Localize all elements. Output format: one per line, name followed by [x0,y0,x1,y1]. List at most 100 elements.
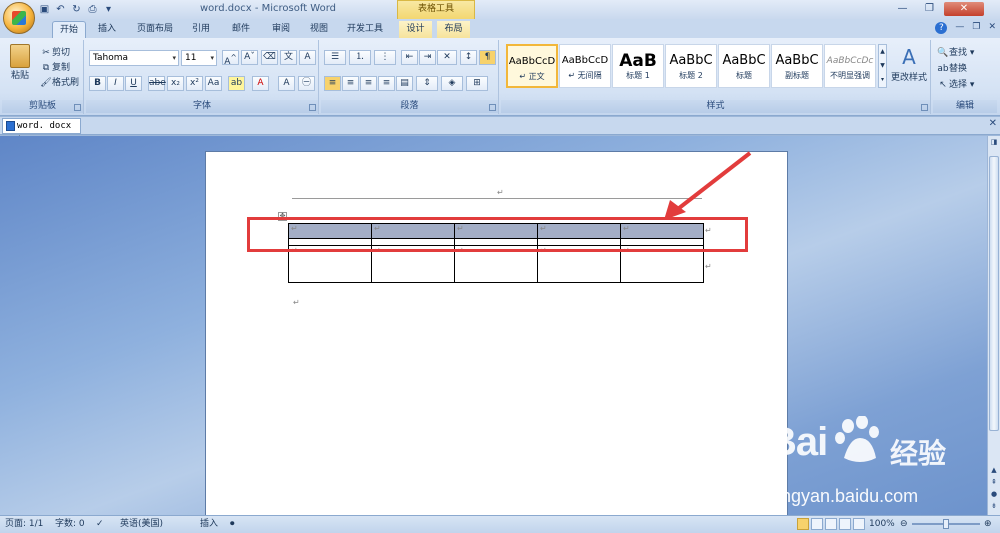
tab-view[interactable]: 视图 [304,21,334,38]
show-marks-button[interactable]: ¶ [479,50,496,65]
document-tab[interactable]: word. docx * [2,118,81,145]
tab-page-layout[interactable]: 页面布局 [132,21,178,38]
prev-page-icon[interactable]: ⇞ [989,478,999,488]
word-count[interactable]: 字数: 0 [55,516,85,532]
numbering-button[interactable]: ⒈ [349,50,371,65]
cut-button[interactable]: ✂ 剪切 [40,45,70,59]
font-name-dropdown[interactable]: Tahoma ▾ [89,50,179,66]
zoom-slider-knob[interactable] [943,519,949,529]
zoom-in-icon[interactable]: ⊕ [984,516,992,532]
tab-insert[interactable]: 插入 [92,21,122,38]
doc-minimize-button[interactable]: — [955,22,964,34]
outline-view-icon[interactable] [839,518,851,530]
char-shading-icon[interactable]: A [278,76,295,91]
subscript-button[interactable]: x₂ [167,76,184,91]
doc-close-button[interactable]: ✕ [988,22,996,34]
copy-button[interactable]: ⧉ 复制 [40,60,70,74]
style-subtitle[interactable]: AaBbC 副标题 [771,44,823,88]
proofing-icon[interactable]: ✓ [96,516,104,532]
change-case-button[interactable]: Aa [205,76,222,91]
tab-layout[interactable]: 布局 [437,21,470,38]
scroll-up-icon[interactable]: ▲ [989,466,999,476]
superscript-button[interactable]: x² [186,76,203,91]
shading-button[interactable]: ◈ [441,76,463,91]
styles-scroll[interactable]: ▲ ▼ ▾ [878,44,887,88]
style-heading-2[interactable]: AaBbC 标题 2 [665,44,717,88]
close-button[interactable]: ✕ [944,2,984,16]
decrease-indent-button[interactable]: ⇤ [401,50,418,65]
font-color-button[interactable]: A [252,76,269,91]
phonetic-guide-icon[interactable]: 文 [280,50,297,65]
scrollbar-thumb[interactable] [989,156,999,431]
page-count[interactable]: 页面: 1/1 [5,516,43,532]
help-icon[interactable]: ? [935,22,948,34]
multilevel-list-button[interactable]: ⋮ [374,50,396,65]
draft-view-icon[interactable] [853,518,865,530]
customize-qat-icon[interactable]: ▾ [102,3,115,16]
undo-icon[interactable]: ↶ [54,3,67,16]
vertical-scrollbar[interactable]: ◨ ▲ ⇞ ● ⇟ [987,136,1000,515]
tab-developer[interactable]: 开发工具 [342,21,388,38]
print-preview-icon[interactable]: ⎙ [86,3,99,16]
tab-design[interactable]: 设计 [399,21,432,38]
doc-restore-button[interactable]: ❐ [972,22,980,34]
minimize-button[interactable]: — [890,2,915,16]
strikethrough-button[interactable]: abe [148,76,166,91]
format-painter-button[interactable]: 🖌格式刷 [40,75,79,89]
select-button[interactable]: ↖ 选择 ▾ [937,77,974,91]
style-heading-1[interactable]: AaB 标题 1 [612,44,664,88]
save-icon[interactable]: ▣ [38,3,51,16]
web-layout-view-icon[interactable] [825,518,837,530]
line-spacing-button[interactable]: ⇕ [416,76,438,91]
find-button[interactable]: 🔍查找 ▾ [937,45,974,59]
sort-icon[interactable]: ↕ [460,50,477,65]
macro-record-icon[interactable]: ⏺ [230,516,235,532]
office-button[interactable] [3,2,35,34]
align-right-button[interactable]: ≡ [360,76,377,91]
clipboard-launcher-icon[interactable] [74,104,81,111]
style-title[interactable]: AaBbC 标题 [718,44,770,88]
next-page-icon[interactable]: ⇟ [989,502,999,512]
zoom-out-icon[interactable]: ⊖ [900,516,908,532]
grow-font-button[interactable]: A^ [222,50,239,67]
full-screen-view-icon[interactable] [811,518,823,530]
distributed-button[interactable]: ▤ [396,76,413,91]
align-left-button[interactable]: ≡ [324,76,341,91]
restore-button[interactable]: ❐ [917,2,942,16]
language-indicator[interactable]: 英语(美国) [120,516,163,532]
replace-button[interactable]: ab替换 [937,61,967,75]
char-border-icon[interactable]: A [299,50,316,65]
justify-button[interactable]: ≡ [378,76,395,91]
underline-button[interactable]: U [125,76,142,91]
styles-launcher-icon[interactable] [921,104,928,111]
borders-button[interactable]: ⊞ [466,76,488,91]
print-layout-view-icon[interactable] [797,518,809,530]
paste-button[interactable]: 粘贴 [8,44,32,81]
increase-indent-button[interactable]: ⇥ [419,50,436,65]
clear-format-icon[interactable]: ⌫ [261,50,278,65]
font-size-dropdown[interactable]: 11 ▾ [181,50,217,66]
shrink-font-button[interactable]: Aˇ [241,50,258,65]
tab-home[interactable]: 开始 [52,21,86,38]
tab-mailings[interactable]: 邮件 [226,21,256,38]
font-launcher-icon[interactable] [309,104,316,111]
chinese-layout-icon[interactable]: ✕ [437,50,457,65]
tab-review[interactable]: 审阅 [266,21,296,38]
browse-object-icon[interactable]: ● [989,490,999,500]
insert-mode-indicator[interactable]: 插入 [200,516,218,532]
enclose-char-icon[interactable]: ㊀ [298,76,315,91]
style-subtle-emphasis[interactable]: AaBbCcDc 不明显强调 [824,44,876,88]
bullets-button[interactable]: ☰ [324,50,346,65]
tab-references[interactable]: 引用 [186,21,216,38]
paragraph-launcher-icon[interactable] [489,104,496,111]
close-document-tab-icon[interactable]: ✕ [989,118,997,129]
ruler-toggle-icon[interactable]: ◨ [989,138,999,148]
align-center-button[interactable]: ≡ [342,76,359,91]
bold-button[interactable]: B [89,76,106,91]
zoom-level[interactable]: 100% [869,516,895,532]
highlight-color-button[interactable]: ab [228,76,245,91]
style-normal[interactable]: AaBbCcD ↵ 正文 [506,44,558,88]
change-styles-button[interactable]: A 更改样式 [890,44,928,83]
style-no-spacing[interactable]: AaBbCcD ↵ 无间隔 [559,44,611,88]
redo-icon[interactable]: ↻ [70,3,83,16]
